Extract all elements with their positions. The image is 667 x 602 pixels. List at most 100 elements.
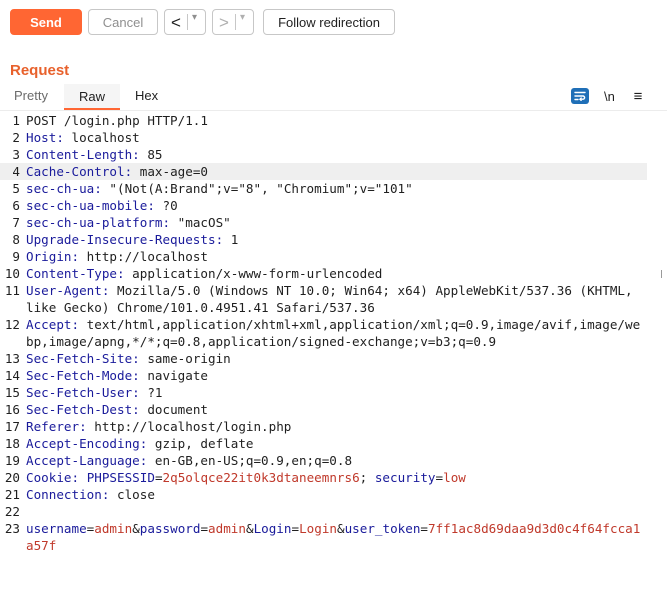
header-name: Host bbox=[26, 130, 57, 145]
code-text: Accept-Encoding: gzip, deflate bbox=[20, 435, 647, 452]
code-line[interactable]: 16 Sec-Fetch-Dest: document bbox=[0, 401, 647, 418]
header-name: Cache-Control bbox=[26, 164, 125, 179]
header-name: Referer bbox=[26, 419, 80, 434]
chevron-down-icon[interactable]: ▾ bbox=[240, 12, 245, 23]
pane-resize-handle[interactable] bbox=[661, 270, 662, 278]
line-number: 4 bbox=[12, 164, 20, 179]
line-number: 20 bbox=[4, 470, 20, 485]
code-line[interactable]: 2 Host: localhost bbox=[0, 129, 647, 146]
cookie-equals: = bbox=[435, 470, 444, 485]
header-colon: : bbox=[132, 351, 140, 366]
line-number: 5 bbox=[12, 181, 20, 196]
header-name: Sec-Fetch-Site bbox=[26, 351, 133, 366]
history-back-button[interactable]: < ▾ bbox=[164, 9, 206, 35]
line-number: 8 bbox=[12, 232, 20, 247]
code-line[interactable]: 22 bbox=[0, 503, 647, 520]
header-name: Upgrade-Insecure-Requests bbox=[26, 232, 216, 247]
header-name: Sec-Fetch-User bbox=[26, 385, 133, 400]
header-value: "macOS" bbox=[170, 215, 231, 230]
cookie-name: security bbox=[374, 470, 436, 485]
header-name: Content-Length bbox=[26, 147, 133, 162]
header-colon: : bbox=[132, 368, 140, 383]
tab-pretty[interactable]: Pretty bbox=[14, 88, 48, 103]
menu-icon[interactable]: ≡ bbox=[631, 86, 645, 106]
cancel-button[interactable]: Cancel bbox=[88, 9, 158, 35]
code-line[interactable]: 20 Cookie: PHPSESSID=2q5olqce22it0k3dtane… bbox=[0, 469, 647, 486]
header-value: same-origin bbox=[139, 351, 231, 366]
line-number: 11 bbox=[4, 283, 20, 298]
request-line: POST /login.php HTTP/1.1 bbox=[26, 113, 208, 128]
wrap-lines-icon bbox=[571, 88, 589, 104]
code-line[interactable]: 17 Referer: http://localhost/login.php bbox=[0, 418, 647, 435]
code-text: Cache-Control: max-age=0 bbox=[20, 163, 647, 180]
param-name: user_token bbox=[344, 521, 421, 536]
code-text: Accept: text/html,application/xhtml+xml,… bbox=[20, 316, 647, 350]
param-separator: & bbox=[132, 521, 140, 536]
chevron-left-icon: < bbox=[171, 12, 181, 32]
header-name: Accept-Encoding bbox=[26, 436, 140, 451]
code-line[interactable]: 11 User-Agent: Mozilla/5.0 (Windows NT 10… bbox=[0, 282, 647, 316]
code-line[interactable]: 7 sec-ch-ua-platform: "macOS" bbox=[0, 214, 647, 231]
code-line[interactable]: 18 Accept-Encoding: gzip, deflate bbox=[0, 435, 647, 452]
code-line[interactable]: 9 Origin: http://localhost bbox=[0, 248, 647, 265]
code-text: User-Agent: Mozilla/5.0 (Windows NT 10.0… bbox=[20, 282, 647, 316]
header-value: 1 bbox=[223, 232, 239, 247]
header-colon: : bbox=[71, 249, 80, 264]
code-line[interactable]: 19 Accept-Language: en-GB,en-US;q=0.9,en;… bbox=[0, 452, 647, 469]
header-value: text/html,application/xhtml+xml,applicat… bbox=[26, 317, 641, 349]
code-line[interactable]: 3 Content-Length: 85 bbox=[0, 146, 647, 163]
header-value: close bbox=[109, 487, 155, 502]
line-number: 7 bbox=[12, 215, 20, 230]
code-line[interactable]: 13 Sec-Fetch-Site: same-origin bbox=[0, 350, 647, 367]
line-number: 16 bbox=[4, 402, 20, 417]
code-line[interactable]: 15 Sec-Fetch-User: ?1 bbox=[0, 384, 647, 401]
code-line[interactable]: 12 Accept: text/html,application/xhtml+xm… bbox=[0, 316, 647, 350]
line-number: 1 bbox=[12, 113, 20, 128]
param-equals: = bbox=[420, 521, 429, 536]
param-name: Login bbox=[253, 521, 292, 536]
wrap-lines-button[interactable] bbox=[570, 86, 590, 106]
header-name: Content-Type bbox=[26, 266, 117, 281]
code-line[interactable]: 14 Sec-Fetch-Mode: navigate bbox=[0, 367, 647, 384]
line-number: 21 bbox=[4, 487, 20, 502]
code-line[interactable]: 23 username=admin&password=admin&Login=Lo… bbox=[0, 520, 647, 554]
cookie-name: PHPSESSID bbox=[86, 470, 155, 485]
param-value: admin bbox=[208, 521, 246, 536]
code-text: Content-Length: 85 bbox=[20, 146, 647, 163]
request-toolbar: Send Cancel < ▾ > ▾ Follow redirection bbox=[0, 0, 667, 44]
request-view-tabs: Pretty Raw Hex bbox=[0, 84, 667, 110]
code-text: Upgrade-Insecure-Requests: 1 bbox=[20, 231, 647, 248]
chevron-down-icon[interactable]: ▾ bbox=[192, 12, 197, 23]
code-line[interactable]: 6 sec-ch-ua-mobile: ?0 bbox=[0, 197, 647, 214]
line-number: 13 bbox=[4, 351, 20, 366]
header-value: max-age=0 bbox=[132, 164, 208, 179]
code-line[interactable]: 1 POST /login.php HTTP/1.1 bbox=[0, 112, 647, 129]
code-text: username=admin&password=admin&Login=Logi… bbox=[20, 520, 647, 554]
header-colon: : bbox=[94, 181, 102, 196]
header-colon: : bbox=[71, 317, 80, 332]
cookie-value: 2q5olqce22it0k3dtaneemnrs6 bbox=[162, 470, 360, 485]
send-button[interactable]: Send bbox=[10, 9, 82, 35]
raw-request-editor[interactable]: 1 POST /login.php HTTP/1.1 2 Host: localhos… bbox=[0, 112, 647, 582]
code-line[interactable]: 8 Upgrade-Insecure-Requests: 1 bbox=[0, 231, 647, 248]
header-value: navigate bbox=[139, 368, 208, 383]
chevron-right-icon: > bbox=[219, 12, 229, 32]
code-line[interactable]: 10 Content-Type: application/x-www-form-u… bbox=[0, 265, 647, 282]
line-number: 17 bbox=[4, 419, 20, 434]
header-value: gzip, deflate bbox=[147, 436, 254, 451]
line-number: 3 bbox=[12, 147, 20, 162]
line-number: 6 bbox=[12, 198, 20, 213]
button-divider bbox=[235, 14, 236, 30]
show-newlines-toggle[interactable]: \n bbox=[604, 86, 615, 106]
code-line[interactable]: 5 sec-ch-ua: "(Not(A:Brand";v="8", "Chrom… bbox=[0, 180, 647, 197]
follow-redirection-button[interactable]: Follow redirection bbox=[263, 9, 395, 35]
header-colon: : bbox=[79, 419, 87, 434]
code-text: Sec-Fetch-Site: same-origin bbox=[20, 350, 647, 367]
code-line[interactable]: 4 Cache-Control: max-age=0 bbox=[0, 163, 647, 180]
header-value: application/x-www-form-urlencoded bbox=[124, 266, 383, 281]
code-line[interactable]: 21 Connection: close bbox=[0, 486, 647, 503]
tab-hex[interactable]: Hex bbox=[135, 88, 158, 103]
tab-raw[interactable]: Raw bbox=[64, 84, 120, 110]
history-forward-button[interactable]: > ▾ bbox=[212, 9, 254, 35]
